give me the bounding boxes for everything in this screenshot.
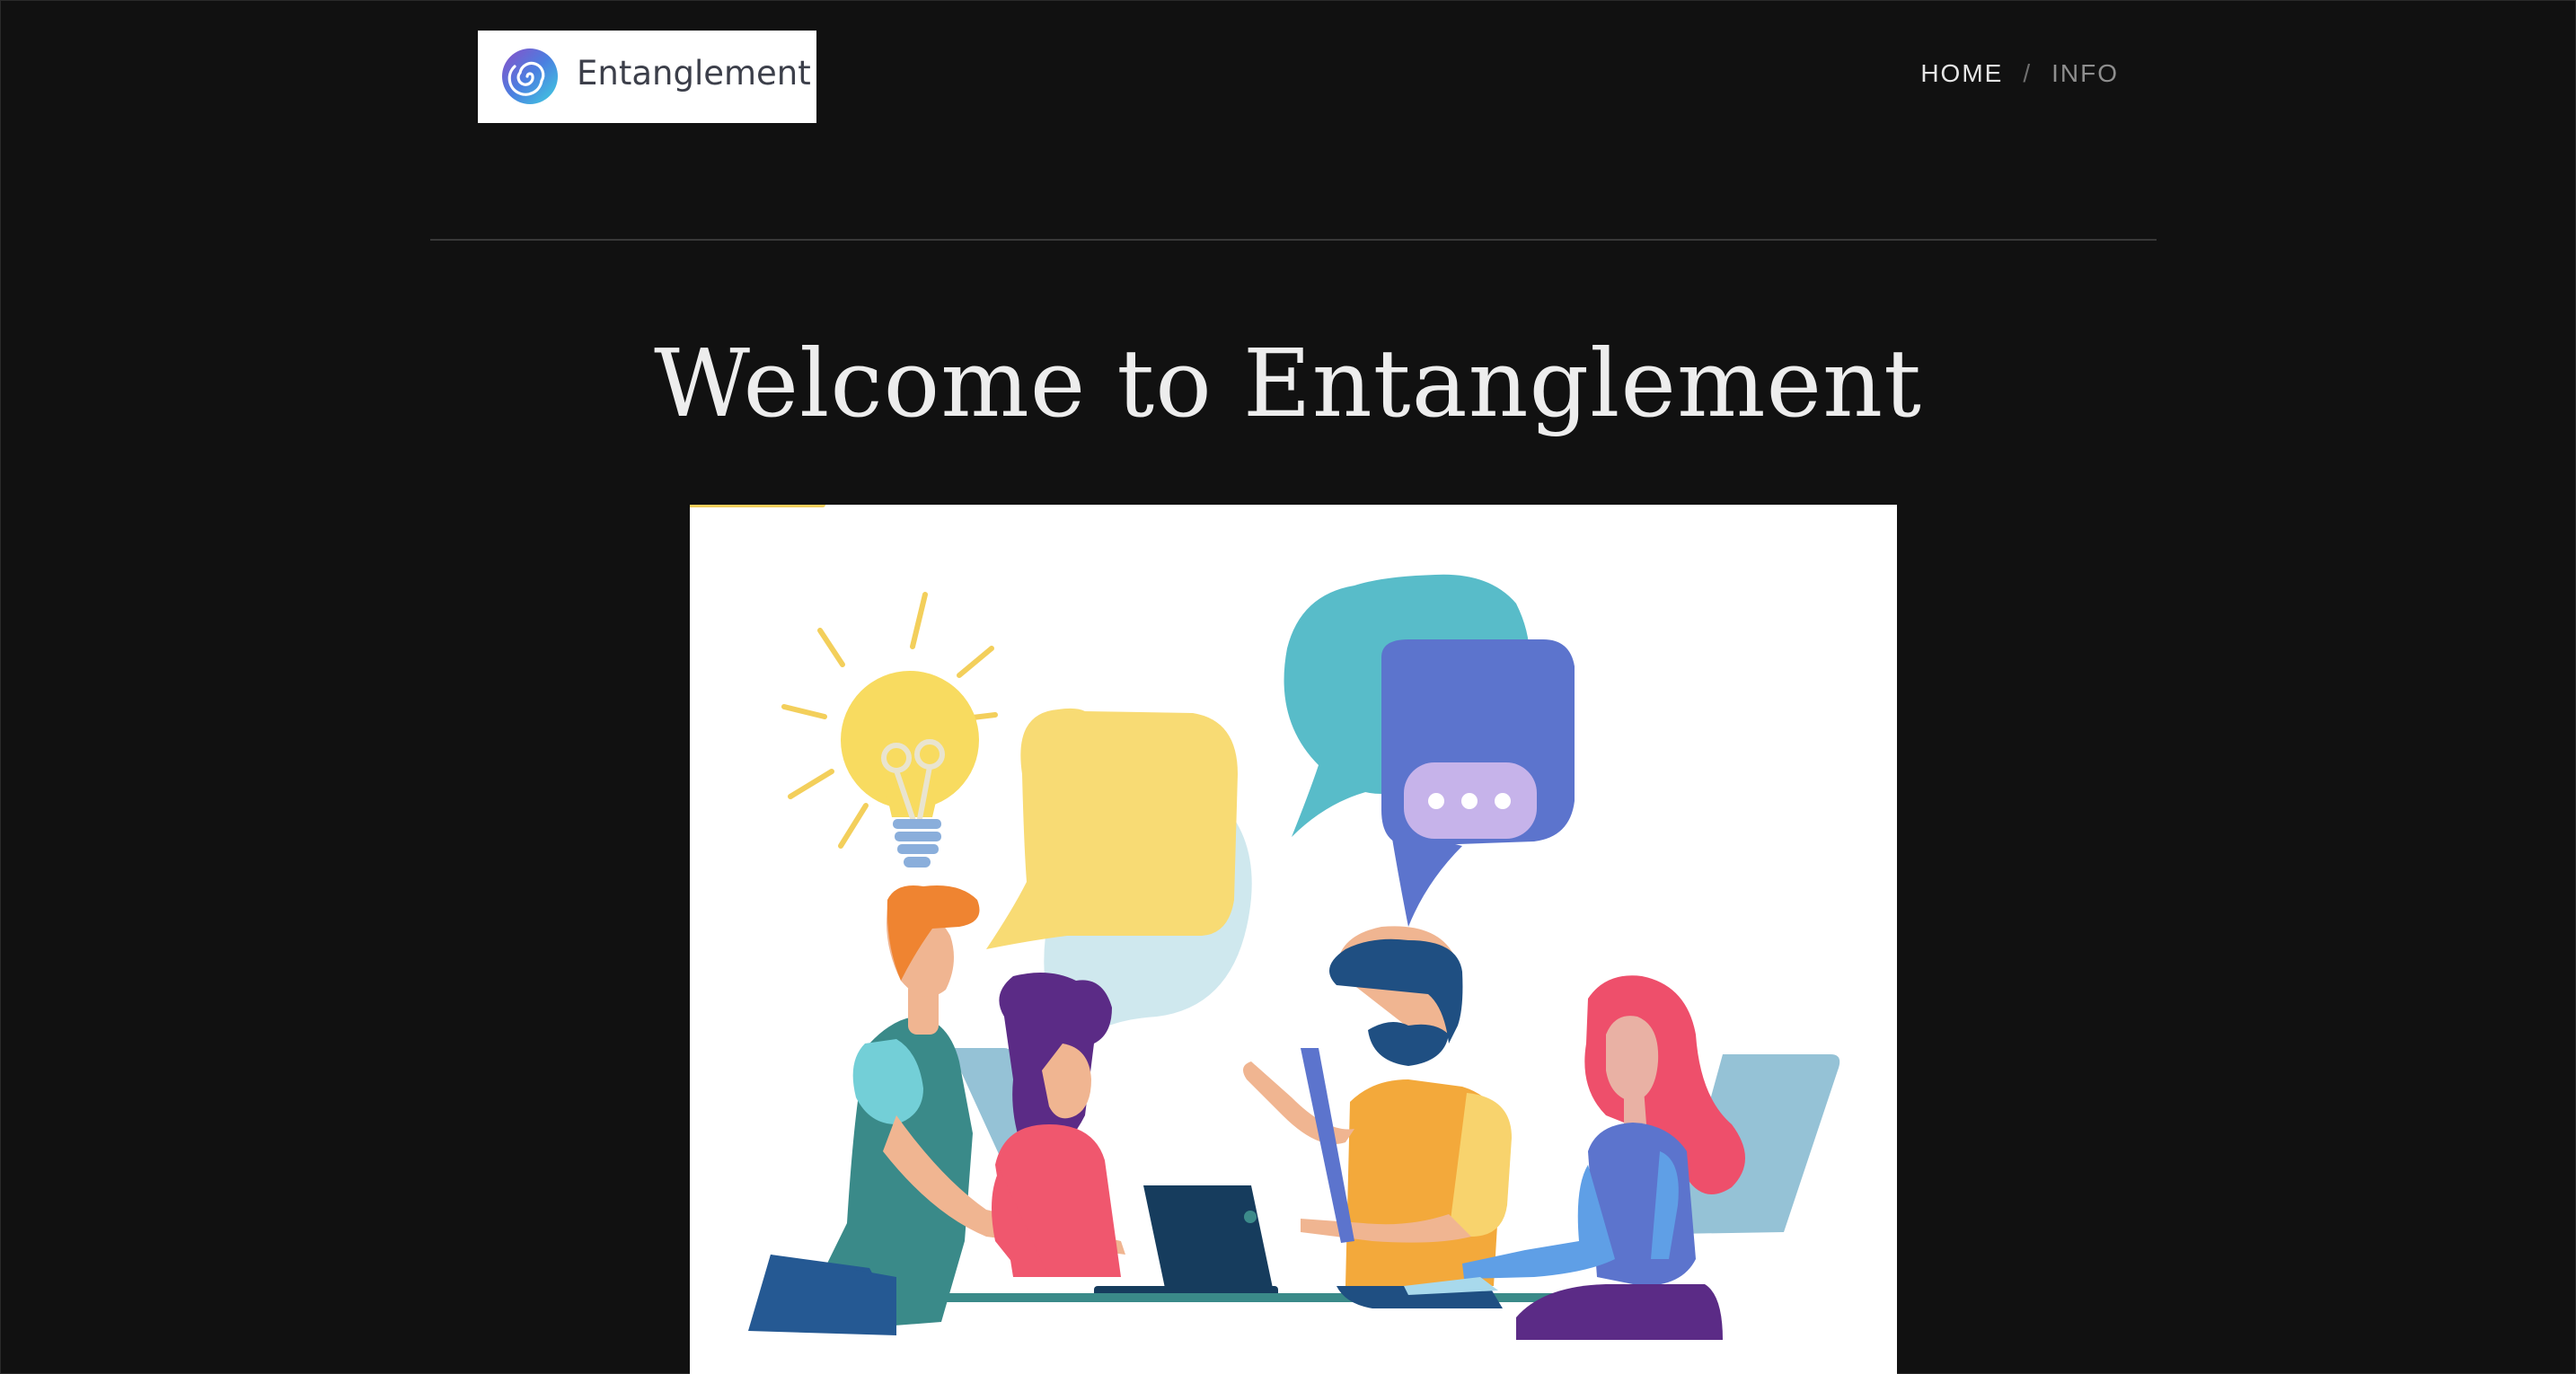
spiral-logo-icon xyxy=(502,48,558,104)
brand-logo[interactable]: Entanglement xyxy=(478,31,816,123)
header-divider xyxy=(430,239,2157,241)
brand-name: Entanglement xyxy=(577,54,811,92)
team-collaboration-illustration xyxy=(690,505,1840,1340)
hero-image xyxy=(690,505,1897,1374)
nav-home-link[interactable]: HOME xyxy=(1920,59,2003,88)
nav-separator: / xyxy=(2023,59,2033,87)
page-title: Welcome to Entanglement xyxy=(654,329,1922,438)
nav-info-link[interactable]: INFO xyxy=(2051,59,2119,88)
top-nav: HOME / INFO xyxy=(1920,59,2119,88)
